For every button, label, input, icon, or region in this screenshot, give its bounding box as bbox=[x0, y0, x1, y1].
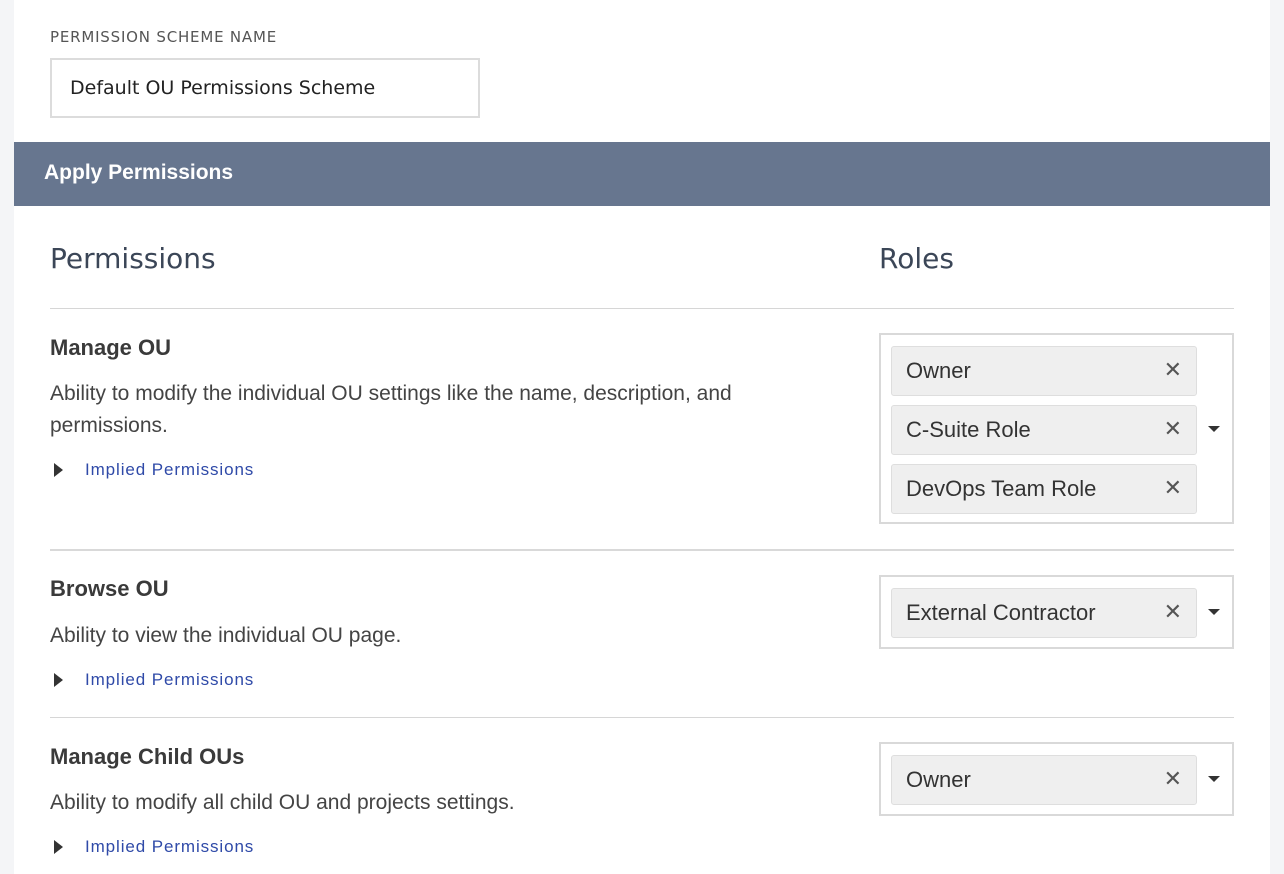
chevron-down-icon[interactable] bbox=[1208, 609, 1220, 615]
permission-title: Manage Child OUs bbox=[50, 744, 245, 769]
permission-title: Manage OU bbox=[50, 335, 172, 360]
close-icon[interactable]: ✕ bbox=[1164, 360, 1182, 382]
chevron-down-icon[interactable] bbox=[1208, 426, 1220, 432]
chevron-down-icon[interactable] bbox=[1208, 776, 1220, 782]
roles-select[interactable]: External Contractor ✕ bbox=[879, 575, 1234, 649]
role-chip-label: Owner bbox=[906, 767, 971, 792]
roles-column-heading: Roles bbox=[879, 242, 954, 275]
implied-permissions-toggle[interactable]: Implied Permissions bbox=[54, 836, 254, 858]
caret-right-icon bbox=[54, 840, 63, 854]
role-chip: C-Suite Role ✕ bbox=[891, 405, 1197, 455]
role-chip-label: C-Suite Role bbox=[906, 417, 1031, 442]
role-chip-label: External Contractor bbox=[906, 600, 1096, 625]
row-divider bbox=[50, 549, 1234, 551]
role-chip: External Contractor ✕ bbox=[891, 588, 1197, 638]
caret-right-icon bbox=[54, 463, 63, 477]
role-chip: Owner ✕ bbox=[891, 346, 1197, 396]
permission-scheme-panel: PERMISSION SCHEME NAME Apply Permissions… bbox=[14, 0, 1270, 874]
implied-permissions-link[interactable]: Implied Permissions bbox=[85, 837, 254, 857]
permission-title: Browse OU bbox=[50, 576, 169, 601]
header-divider bbox=[50, 308, 1234, 309]
implied-permissions-toggle[interactable]: Implied Permissions bbox=[54, 459, 254, 481]
close-icon[interactable]: ✕ bbox=[1164, 769, 1182, 791]
roles-select[interactable]: Owner ✕ C-Suite Role ✕ DevOps Team Role … bbox=[879, 333, 1234, 524]
permission-description: Ability to view the individual OU page. bbox=[50, 624, 402, 647]
permissions-column-heading: Permissions bbox=[50, 242, 216, 275]
implied-permissions-link[interactable]: Implied Permissions bbox=[85, 670, 254, 690]
section-title: Apply Permissions bbox=[44, 161, 234, 184]
scheme-name-input[interactable] bbox=[50, 58, 480, 118]
role-chip-label: Owner bbox=[906, 358, 971, 383]
caret-right-icon bbox=[54, 673, 63, 687]
permission-description: Ability to modify all child OU and proje… bbox=[50, 791, 515, 814]
roles-select[interactable]: Owner ✕ bbox=[879, 742, 1234, 816]
implied-permissions-link[interactable]: Implied Permissions bbox=[85, 460, 254, 480]
role-chip: DevOps Team Role ✕ bbox=[891, 464, 1197, 514]
implied-permissions-toggle[interactable]: Implied Permissions bbox=[54, 669, 254, 691]
scheme-name-label: PERMISSION SCHEME NAME bbox=[50, 28, 278, 46]
close-icon[interactable]: ✕ bbox=[1164, 602, 1182, 624]
role-chip: Owner ✕ bbox=[891, 755, 1197, 805]
apply-permissions-header: Apply Permissions bbox=[14, 142, 1270, 206]
permission-description: Ability to modify the individual OU sett… bbox=[50, 382, 732, 437]
row-divider bbox=[50, 717, 1234, 718]
close-icon[interactable]: ✕ bbox=[1164, 478, 1182, 500]
close-icon[interactable]: ✕ bbox=[1164, 419, 1182, 441]
role-chip-label: DevOps Team Role bbox=[906, 476, 1097, 501]
